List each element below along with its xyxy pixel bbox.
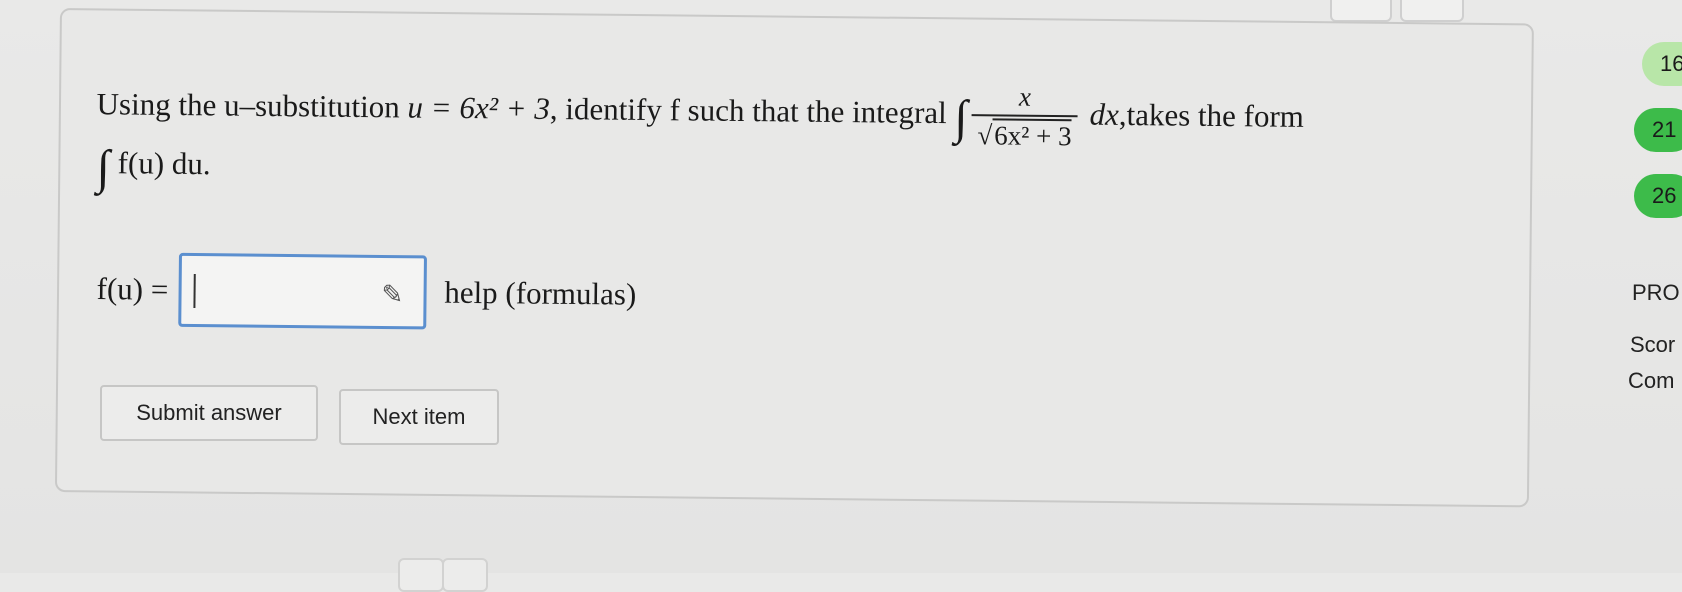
top-tab-1[interactable] <box>1330 0 1392 22</box>
question-suffix: ,takes the form <box>1118 96 1305 134</box>
bottom-tab-1[interactable] <box>398 558 444 592</box>
integral-sign: ∫ <box>954 91 968 145</box>
answer-label: f(u) = <box>96 270 169 307</box>
u-definition: u = 6x² + 3 <box>407 89 551 126</box>
top-tab-2[interactable] <box>1400 0 1464 22</box>
target-form-text: f(u) du. <box>117 145 211 182</box>
next-item-button[interactable]: Next item <box>339 389 499 445</box>
target-form: ∫ f(u) du. <box>96 140 210 196</box>
integrand-numerator: x <box>1018 81 1032 112</box>
progress-bubble-3[interactable]: 26 <box>1634 174 1682 218</box>
question-middle: , identify f such that the integral <box>549 90 955 131</box>
sidebar-com-label: Com <box>1628 368 1675 393</box>
sidebar-pro-label: PRO <box>1632 280 1680 305</box>
dx-term: dx <box>1089 96 1120 132</box>
pencil-icon[interactable]: ✎ <box>381 280 403 310</box>
progress-bubble-2[interactable]: 21 <box>1634 108 1682 152</box>
answer-row: f(u) = ✎ help (formulas) <box>96 252 636 332</box>
question-prefix: Using the u–substitution <box>96 86 408 125</box>
help-formulas-link[interactable]: help (formulas) <box>444 275 636 313</box>
bottom-tab-2[interactable] <box>442 558 488 592</box>
question-text: Using the u–substitution u = 6x² + 3, id… <box>96 70 1497 159</box>
integrand-denominator: √6x² + 3 <box>971 114 1078 155</box>
sidebar-score-label: Scor <box>1630 332 1676 357</box>
progress-bubble-1[interactable]: 16 <box>1642 42 1682 86</box>
integral-sign-2: ∫ <box>96 140 111 195</box>
integrand-fraction: x √6x² + 3 <box>971 79 1078 155</box>
submit-answer-button[interactable]: Submit answer <box>100 385 318 441</box>
text-caret <box>193 274 196 309</box>
answer-input[interactable]: ✎ <box>177 252 427 330</box>
